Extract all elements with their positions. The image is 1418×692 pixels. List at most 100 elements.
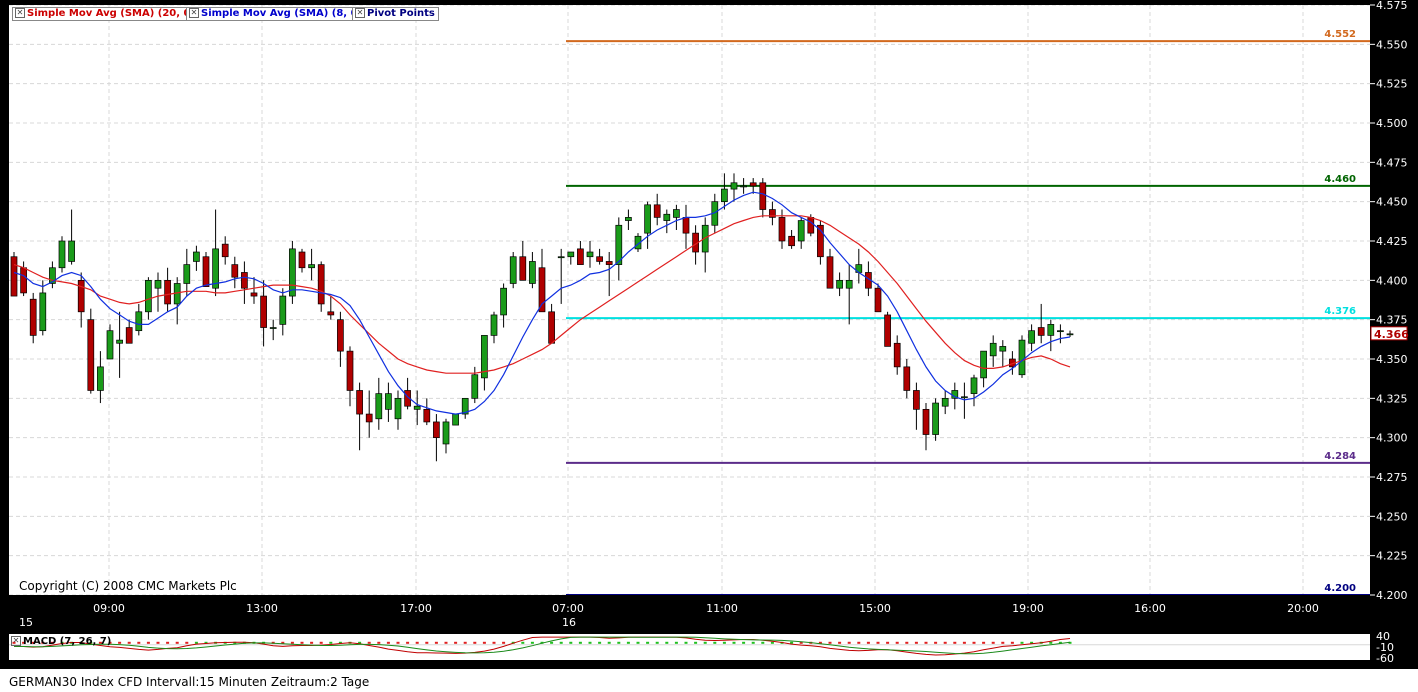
candle-body [29, 298, 37, 336]
macd-bar [953, 641, 957, 644]
candle-body [529, 261, 536, 284]
macd-bar [924, 641, 928, 644]
macd-bar [348, 641, 352, 644]
x-tick-label: 07:00 [552, 602, 584, 615]
macd-bar [866, 641, 870, 644]
close-icon[interactable]: ✕ [15, 8, 25, 18]
y-tick-label: 4.475 [1376, 156, 1408, 169]
macd-bar [415, 641, 419, 644]
macd-bar [722, 641, 726, 644]
macd-bar [377, 641, 381, 644]
macd-bar [1039, 641, 1043, 644]
macd-bar [242, 641, 246, 644]
candle-body [596, 256, 603, 262]
x-tick-label: 16:00 [1134, 602, 1166, 615]
candle-body [509, 256, 517, 284]
candle-body [999, 346, 1007, 352]
macd-bar [166, 641, 170, 644]
macd-bar [137, 641, 141, 644]
macd-bar [790, 641, 794, 644]
macd-bar [1001, 641, 1005, 644]
y-tick-label: 4.375 [1376, 314, 1408, 327]
macd-bar [674, 641, 678, 644]
macd-tick-label: 40 [1376, 630, 1390, 643]
candle-body [87, 319, 95, 391]
macd-bar [934, 641, 938, 644]
candle-body [682, 217, 690, 234]
macd-bar [271, 641, 275, 644]
macd-bar [1068, 641, 1072, 644]
close-icon[interactable]: ✕ [189, 8, 199, 18]
close-icon[interactable]: ✕ [11, 636, 21, 646]
macd-bar [502, 641, 506, 644]
macd-bar [396, 641, 400, 644]
macd-bar [799, 641, 803, 644]
candle-body [39, 292, 47, 332]
macd-bar [780, 641, 784, 644]
price-chart-panel[interactable]: 4.552 4.460 4.376 4.284 4.200 [9, 5, 1370, 595]
macd-bar [281, 641, 285, 644]
legend-sma8-tab[interactable]: ✕ Simple Mov Avg (SMA) (8, 0) [186, 7, 367, 21]
macd-bar [646, 641, 650, 644]
candle-body [913, 390, 920, 410]
candle-body [346, 350, 354, 391]
candle-body [1047, 324, 1055, 336]
macd-bar [290, 641, 294, 644]
macd-bar [223, 641, 227, 644]
macd-bar [655, 641, 659, 644]
legend-sma20-tab[interactable]: ✕ Simple Mov Avg (SMA) (20, 0) [12, 7, 200, 21]
pivot-label: 4.284 [1324, 451, 1356, 462]
candle-body [442, 421, 450, 445]
macd-bar [185, 641, 189, 644]
macd-bar [962, 641, 966, 644]
candle-body [874, 287, 882, 313]
candle-body [250, 292, 258, 297]
pivot-label: 4.200 [1324, 583, 1356, 594]
day-label: 15 [19, 616, 33, 629]
close-icon[interactable]: ✕ [355, 8, 365, 18]
candle-body [164, 279, 171, 305]
candle-body [490, 314, 498, 336]
y-tick-label: 4.300 [1376, 432, 1408, 445]
macd-bar [665, 641, 669, 644]
candle-body [289, 248, 296, 297]
candle-body [20, 267, 27, 294]
candle-body [625, 217, 632, 221]
pivot-label: 4.460 [1324, 174, 1356, 185]
macd-bar [175, 641, 179, 644]
legend-sma8-label: Simple Mov Avg (SMA) (8, 0) [201, 8, 363, 19]
macd-bar [943, 641, 947, 644]
macd-bar [828, 641, 832, 644]
macd-bar [300, 641, 304, 644]
price-chart-svg: 4.552 4.460 4.376 4.284 4.200 [9, 5, 1370, 595]
macd-bar [1030, 641, 1034, 644]
y-tick-label: 4.575 [1376, 0, 1408, 12]
macd-bar [1049, 641, 1053, 644]
macd-bar [847, 641, 851, 644]
macd-bar [761, 641, 765, 644]
candle-body [548, 311, 555, 344]
candle-body [394, 397, 402, 420]
macd-bar [732, 641, 736, 644]
candle-body [135, 311, 143, 332]
last-price-label: 4.366 [1374, 328, 1409, 341]
pivot-label: 4.552 [1324, 29, 1356, 40]
macd-legend-tab[interactable]: ✕ MACD (7, 26, 7) [9, 636, 114, 648]
legend-pivot-tab[interactable]: ✕ Pivot Points [352, 7, 439, 21]
candle-body [202, 256, 210, 287]
macd-line [13, 636, 1071, 656]
candle-body [970, 377, 978, 394]
macd-bar [617, 641, 621, 644]
candle-body [375, 393, 383, 420]
macd-bar [521, 641, 525, 644]
candle-body [183, 264, 191, 284]
x-tick-label: 19:00 [1012, 602, 1044, 615]
macd-bar [569, 641, 573, 644]
macd-bar [233, 641, 237, 644]
x-tick-label: 17:00 [400, 602, 432, 615]
candle-body [58, 240, 66, 269]
macd-bar [482, 641, 486, 644]
y-tick-label: 4.525 [1376, 78, 1408, 91]
macd-bar [319, 641, 323, 644]
macd-bar [770, 641, 774, 644]
